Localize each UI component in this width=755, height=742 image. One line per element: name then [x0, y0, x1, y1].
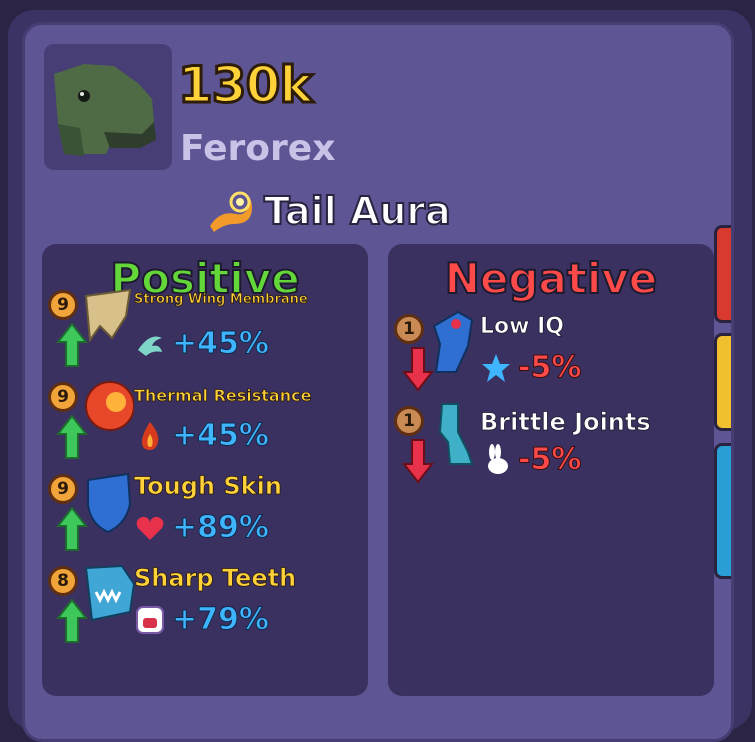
creature-avatar	[44, 44, 172, 170]
trait-level-badge: 9	[48, 474, 78, 504]
wing-membrane-icon	[84, 288, 132, 343]
wind-icon	[138, 336, 162, 356]
dinosaur-head-icon	[54, 64, 156, 156]
star-icon	[482, 353, 510, 382]
heart-icon	[136, 516, 164, 540]
trait-stat: +79%	[134, 602, 270, 638]
trait-item[interactable]: 1 Brittle Joints -5%	[388, 402, 714, 494]
positive-traits-panel: Positive 9 Strong Wing Membrane +45% 9 T…	[42, 244, 368, 696]
shield-icon	[87, 472, 132, 534]
trait-item[interactable]: 9 Thermal Resistance +45%	[42, 378, 368, 470]
side-tab-blue[interactable]	[714, 443, 731, 579]
trait-value: -5%	[517, 442, 582, 478]
trait-name: Low IQ	[480, 314, 565, 340]
trait-name: Thermal Resistance	[134, 386, 312, 406]
flame-icon	[142, 421, 159, 450]
trait-item[interactable]: 9 Strong Wing Membrane +45%	[42, 286, 368, 378]
trait-item[interactable]: 8 Sharp Teeth +79%	[42, 562, 368, 654]
trait-level-badge: 1	[394, 314, 424, 344]
teeth-jaw-icon	[84, 564, 136, 622]
trait-level-badge: 9	[48, 290, 78, 320]
trait-value: -5%	[517, 350, 582, 386]
leg-joint-icon	[438, 403, 474, 465]
trait-level-badge: 9	[48, 382, 78, 412]
trait-level-badge: 8	[48, 566, 78, 596]
trait-stat: +89%	[134, 510, 270, 546]
creature-name: Ferorex	[180, 128, 336, 169]
trait-name: Tough Skin	[134, 472, 283, 501]
rabbit-icon	[488, 443, 508, 474]
trait-value: +79%	[172, 602, 270, 638]
price-label: 130k	[177, 55, 315, 116]
trait-name: Strong Wing Membrane	[134, 292, 309, 308]
aura-row: Tail Aura	[206, 188, 452, 234]
trait-stat: -5%	[480, 442, 582, 478]
trait-stat: +45%	[134, 418, 270, 454]
trait-name: Brittle Joints	[480, 408, 651, 437]
trait-value: +45%	[172, 326, 270, 362]
fire-orb-icon	[85, 381, 134, 431]
side-tab-red[interactable]	[714, 225, 731, 323]
brain-head-icon	[432, 310, 474, 373]
trait-value: +45%	[172, 418, 270, 454]
tail-aura-icon	[210, 191, 252, 232]
side-tab-yellow[interactable]	[714, 333, 731, 431]
negative-title: Negative	[444, 253, 658, 304]
trait-stat: -5%	[480, 350, 582, 386]
negative-traits-panel: Negative 1 Low IQ -5% 1 Brittle Joints -…	[388, 244, 714, 696]
trait-item[interactable]: 9 Tough Skin +89%	[42, 470, 368, 562]
trait-value: +89%	[172, 510, 270, 546]
trait-name: Sharp Teeth	[134, 564, 297, 593]
trait-level-badge: 1	[394, 406, 424, 436]
fang-icon	[136, 605, 164, 634]
trait-stat: +45%	[134, 326, 270, 362]
aura-label: Tail Aura	[263, 188, 452, 234]
trait-item[interactable]: 1 Low IQ -5%	[388, 310, 714, 402]
